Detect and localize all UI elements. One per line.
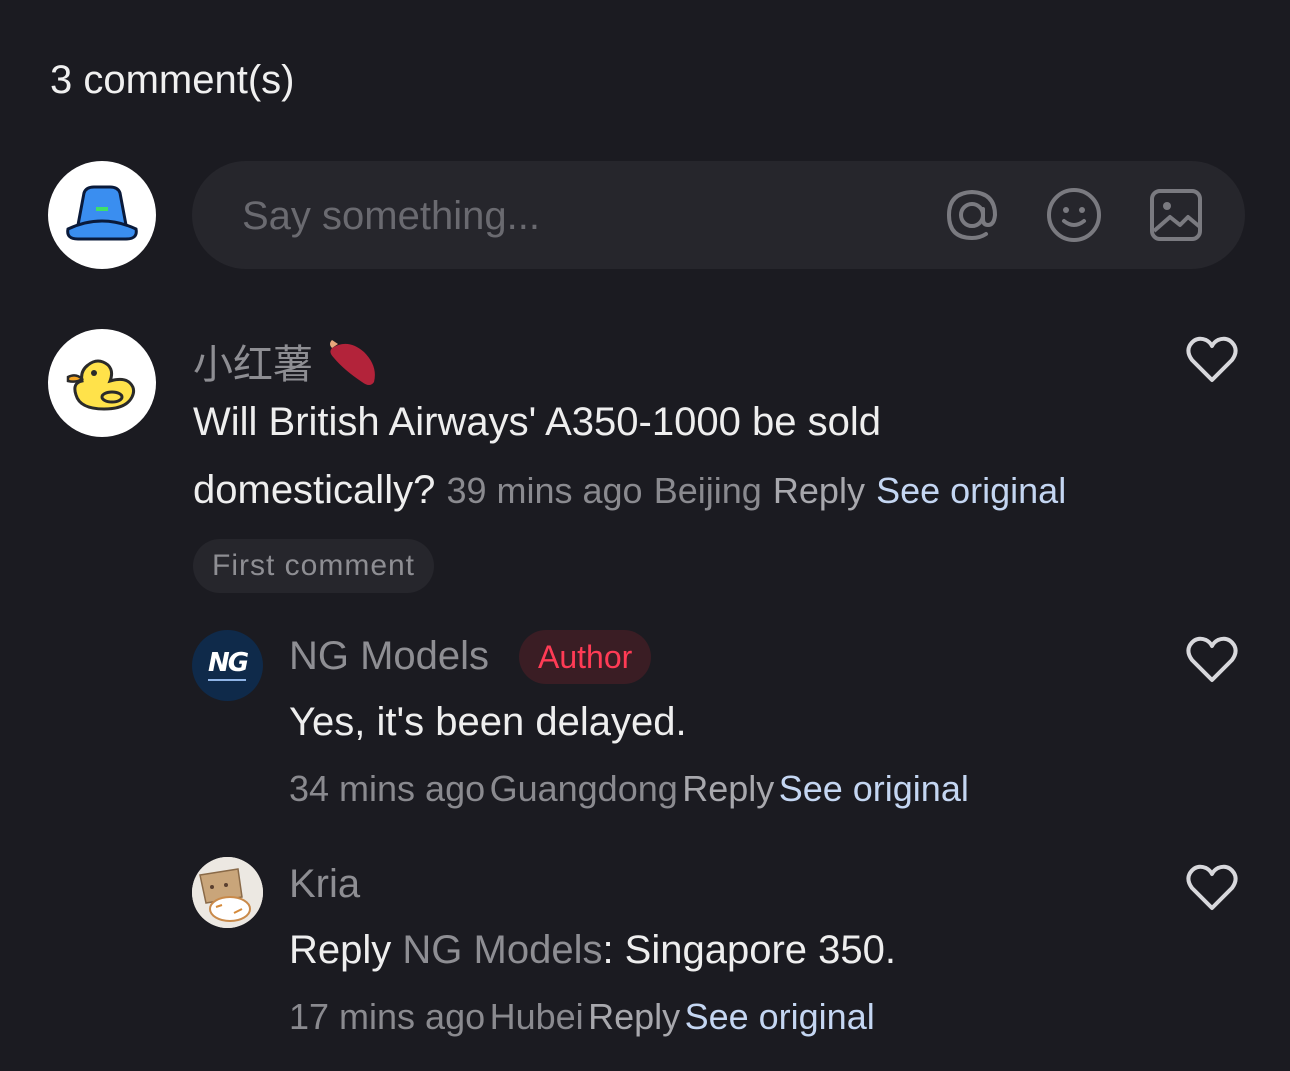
comment-text: : Singapore 350. [602, 928, 897, 972]
comment-composer [192, 161, 1245, 269]
comment-body: Reply NG Models: Singapore 350. [289, 916, 896, 984]
at-icon [946, 189, 998, 241]
image-icon [1150, 189, 1202, 241]
reply-prefix: Reply [289, 928, 392, 972]
author-badge: Author [519, 630, 652, 684]
comment-time: 17 mins ago [289, 996, 486, 1037]
reply-button[interactable]: Reply [682, 768, 774, 809]
sweet-potato-icon [330, 340, 376, 385]
comment-location: Hubei [489, 996, 584, 1037]
commenter-avatar[interactable]: NG [192, 630, 263, 701]
image-button[interactable] [1148, 187, 1204, 243]
comment-username[interactable]: 小红薯 [193, 332, 380, 390]
like-button[interactable] [1184, 860, 1240, 916]
mention-button[interactable] [944, 187, 1000, 243]
heart-icon [1186, 636, 1238, 682]
comment-username[interactable]: NG Models [289, 634, 489, 679]
heart-icon [1186, 336, 1238, 382]
heart-icon [1186, 864, 1238, 910]
like-button[interactable] [1184, 332, 1240, 388]
comment-time: 39 mins ago [446, 470, 643, 511]
duck-avatar-icon [66, 359, 136, 411]
like-button[interactable] [1184, 632, 1240, 688]
see-original-link[interactable]: See original [876, 470, 1066, 511]
ng-logo-underline [208, 679, 247, 681]
comments-panel: 3 comment(s) Say something... 小红薯 Will B… [0, 0, 1290, 1071]
ng-logo-text: NG [207, 648, 249, 678]
cat-avatar-icon [192, 857, 263, 928]
emoji-icon [1047, 188, 1101, 242]
hat-avatar-icon [66, 185, 138, 241]
see-original-link[interactable]: See original [779, 768, 969, 809]
comment-meta-row: 34 mins ago Guangdong Reply See original [289, 768, 969, 810]
reply-button[interactable]: Reply [773, 470, 865, 511]
comment-body: Will British Airways' A350-1000 be sold … [193, 388, 1153, 525]
comment-time: 34 mins ago [289, 768, 486, 809]
comment-text-line2: domestically? [193, 468, 436, 512]
comment-body: Yes, it's been delayed. [289, 700, 687, 744]
username-text: 小红薯 [193, 343, 313, 387]
commenter-avatar[interactable] [192, 857, 263, 928]
comment-location: Guangdong [489, 768, 678, 809]
first-comment-tag: First comment [193, 539, 435, 593]
comment-text-line2-row: domestically? 39 mins ago Beijing Reply … [193, 456, 1153, 525]
see-original-link[interactable]: See original [685, 996, 875, 1037]
commenter-avatar[interactable] [48, 329, 156, 437]
reply-button[interactable]: Reply [588, 996, 680, 1037]
ng-logo: NG [207, 648, 249, 681]
comment-username[interactable]: Kria [289, 862, 360, 907]
comment-text-line1: Will British Airways' A350-1000 be sold [193, 400, 881, 444]
comment-input[interactable] [240, 185, 924, 247]
reply-target-user[interactable]: NG Models [402, 928, 602, 972]
comment-count: 3 comment(s) [50, 58, 295, 102]
emoji-button[interactable] [1046, 187, 1102, 243]
comment-meta-row: 17 mins ago Hubei Reply See original [289, 996, 875, 1038]
comment-location: Beijing [653, 470, 762, 511]
my-avatar[interactable] [48, 161, 156, 269]
